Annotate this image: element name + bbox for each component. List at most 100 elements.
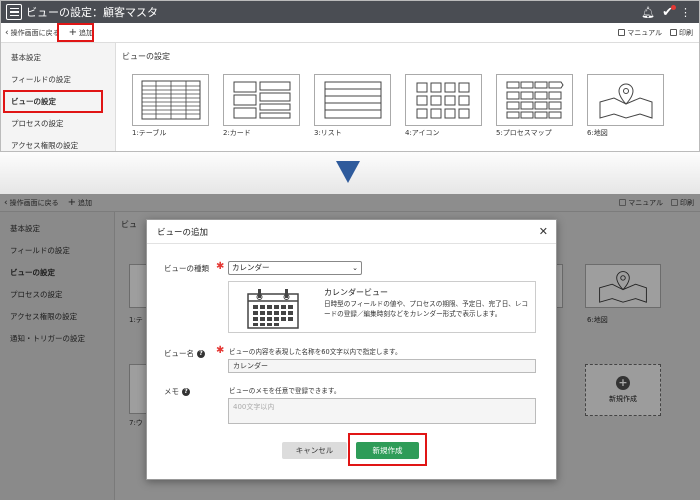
- chevron-down-icon: ⌄: [352, 264, 358, 272]
- print-label: 印刷: [679, 28, 693, 37]
- down-arrow-icon: [336, 161, 360, 183]
- book-icon: [619, 199, 627, 206]
- help-icon[interactable]: ?: [197, 349, 205, 358]
- memo-label-text: メモ: [164, 387, 179, 396]
- book-icon: [618, 29, 626, 36]
- title-bar: ビューの設定：顧客マスタ 🔔︎ ✔ ⋮: [1, 1, 699, 23]
- grid-icon: [405, 74, 482, 126]
- list-icon: [314, 74, 391, 126]
- back-to-operation-button: ‹ 操作画面に戻る: [4, 198, 59, 208]
- sidebar-item-access: アクセス権限の設定: [10, 312, 78, 321]
- view-card-list[interactable]: 3:リスト: [314, 74, 391, 138]
- view-label: 1:テーブル: [132, 129, 167, 137]
- view-name-label-text: ビュー名: [164, 349, 194, 358]
- sidebar-item-process: プロセスの設定: [10, 290, 63, 299]
- toolbar-dimmed: ‹ 操作画面に戻る + 追加 マニュアル 印刷: [0, 194, 700, 212]
- view-card-icon[interactable]: 4:アイコン: [405, 74, 482, 138]
- sidebar-item-access[interactable]: アクセス権限の設定: [1, 135, 115, 151]
- view-thumb-dimmed: [129, 364, 147, 414]
- chevron-left-icon: ‹: [4, 197, 8, 208]
- print-link[interactable]: 印刷: [670, 28, 693, 38]
- memo-label: メモ ?: [164, 386, 190, 397]
- sidebar: 基本設定 フィールドの設定 ビューの設定 プロセスの設定 アクセス権限の設定: [1, 43, 116, 151]
- view-label: 4:アイコン: [405, 129, 440, 137]
- view-card-process-map[interactable]: 5:プロセスマップ: [496, 74, 573, 138]
- description-title: カレンダービュー: [324, 288, 388, 297]
- task-check-icon[interactable]: ✔: [662, 4, 676, 19]
- view-type-value: カレンダー: [232, 263, 270, 272]
- view-type-select[interactable]: カレンダー ⌄: [228, 261, 362, 275]
- view-label: 2:カード: [223, 129, 251, 137]
- menu-icon[interactable]: [6, 4, 22, 20]
- required-asterisk: ✱: [216, 345, 225, 356]
- manual-link[interactable]: マニュアル: [618, 28, 662, 38]
- print-label: 印刷: [680, 198, 694, 207]
- map-thumb-dimmed: [585, 264, 661, 308]
- back-to-operation-button[interactable]: ‹ 操作画面に戻る: [5, 28, 60, 38]
- manual-label: マニュアル: [628, 198, 663, 207]
- add-view-dialog: ビューの追加 ✕ ビューの種類 ✱ カレンダー ⌄ カレンダービュー 日時型のフ…: [146, 219, 557, 480]
- chevron-left-icon: ‹: [5, 27, 9, 38]
- help-icon[interactable]: ?: [182, 387, 190, 396]
- page-title: ビューの設定: [122, 52, 170, 61]
- view-type-description: カレンダービュー 日時型のフィールドの値や、プロセスの期限、予定日、完了日、レコ…: [228, 281, 536, 333]
- memo-textarea[interactable]: 400文字以内: [228, 398, 536, 424]
- required-asterisk: ✱: [216, 261, 225, 272]
- dialog-header: ビューの追加 ✕: [147, 220, 556, 244]
- sidebar-item-views: ビューの設定: [10, 268, 55, 277]
- back-label: 操作画面に戻る: [10, 28, 60, 37]
- view-label: 5:プロセスマップ: [496, 129, 552, 137]
- sidebar-dimmed: 基本設定 フィールドの設定 ビューの設定 プロセスの設定 アクセス権限の設定 通…: [0, 212, 115, 500]
- calendar-icon: [247, 289, 299, 329]
- top-screenshot: ビューの設定：顧客マスタ 🔔︎ ✔ ⋮ ‹ 操作画面に戻る + 追加 マニュアル…: [0, 0, 700, 152]
- plus-icon: +: [67, 197, 76, 208]
- view-name-label: ビュー名 ?: [164, 348, 205, 359]
- sidebar-item-fields: フィールドの設定: [10, 246, 70, 255]
- create-button[interactable]: 新規作成: [356, 442, 419, 459]
- view-label-fragment: 7:ウ: [129, 419, 143, 427]
- view-type-label: ビューの種類: [164, 263, 209, 274]
- view-card-table[interactable]: 1:テーブル: [132, 74, 209, 138]
- sidebar-item-fields[interactable]: フィールドの設定: [1, 69, 115, 91]
- map-icon: [587, 74, 664, 126]
- table-icon: [132, 74, 209, 126]
- sidebar-item-basic: 基本設定: [10, 224, 40, 233]
- manual-label: マニュアル: [627, 28, 662, 37]
- add-label: 追加: [78, 198, 92, 207]
- view-type-label-text: ビューの種類: [164, 264, 209, 273]
- process-map-icon: [496, 74, 573, 126]
- back-label: 操作画面に戻る: [9, 198, 59, 207]
- add-button: + 追加: [65, 195, 95, 210]
- bell-icon[interactable]: 🔔︎: [641, 7, 655, 18]
- sidebar-item-basic[interactable]: 基本設定: [1, 47, 115, 69]
- view-name-input[interactable]: カレンダー: [228, 359, 536, 373]
- view-label: 3:リスト: [314, 129, 342, 137]
- table-thumb-dimmed: [129, 264, 147, 308]
- add-label: 追加: [79, 28, 93, 37]
- plus-icon: +: [68, 27, 77, 38]
- card-icon: [223, 74, 300, 126]
- view-name-hint: ビューの内容を表現した名称を60文字以内で指定します。: [229, 348, 402, 356]
- view-label: 6:地図: [587, 316, 608, 324]
- view-label: 6:地図: [587, 129, 608, 137]
- new-view-card: + 新規作成: [585, 364, 661, 416]
- more-vertical-icon[interactable]: ⋮: [680, 7, 691, 18]
- close-icon[interactable]: ✕: [539, 225, 548, 238]
- printer-icon: [670, 29, 677, 36]
- add-button[interactable]: + 追加: [66, 25, 96, 40]
- view-card-map[interactable]: 6:地図: [587, 74, 664, 138]
- sidebar-item-notification: 通知・トリガーの設定: [10, 334, 85, 343]
- sidebar-item-views[interactable]: ビューの設定: [1, 91, 115, 113]
- window-title: ビューの設定：顧客マスタ: [26, 6, 158, 19]
- print-link: 印刷: [671, 198, 694, 208]
- cancel-button[interactable]: キャンセル: [282, 442, 347, 459]
- view-label-fragment: 1:テ: [129, 316, 143, 324]
- dialog-title: ビューの追加: [157, 227, 209, 238]
- sidebar-item-process[interactable]: プロセスの設定: [1, 113, 115, 135]
- page-title-fragment: ビュ: [121, 220, 137, 229]
- view-card-card[interactable]: 2:カード: [223, 74, 300, 138]
- new-view-label: 新規作成: [609, 395, 637, 403]
- toolbar: ‹ 操作画面に戻る + 追加 マニュアル 印刷: [1, 23, 699, 43]
- plus-circle-icon: +: [616, 376, 630, 390]
- printer-icon: [671, 199, 678, 206]
